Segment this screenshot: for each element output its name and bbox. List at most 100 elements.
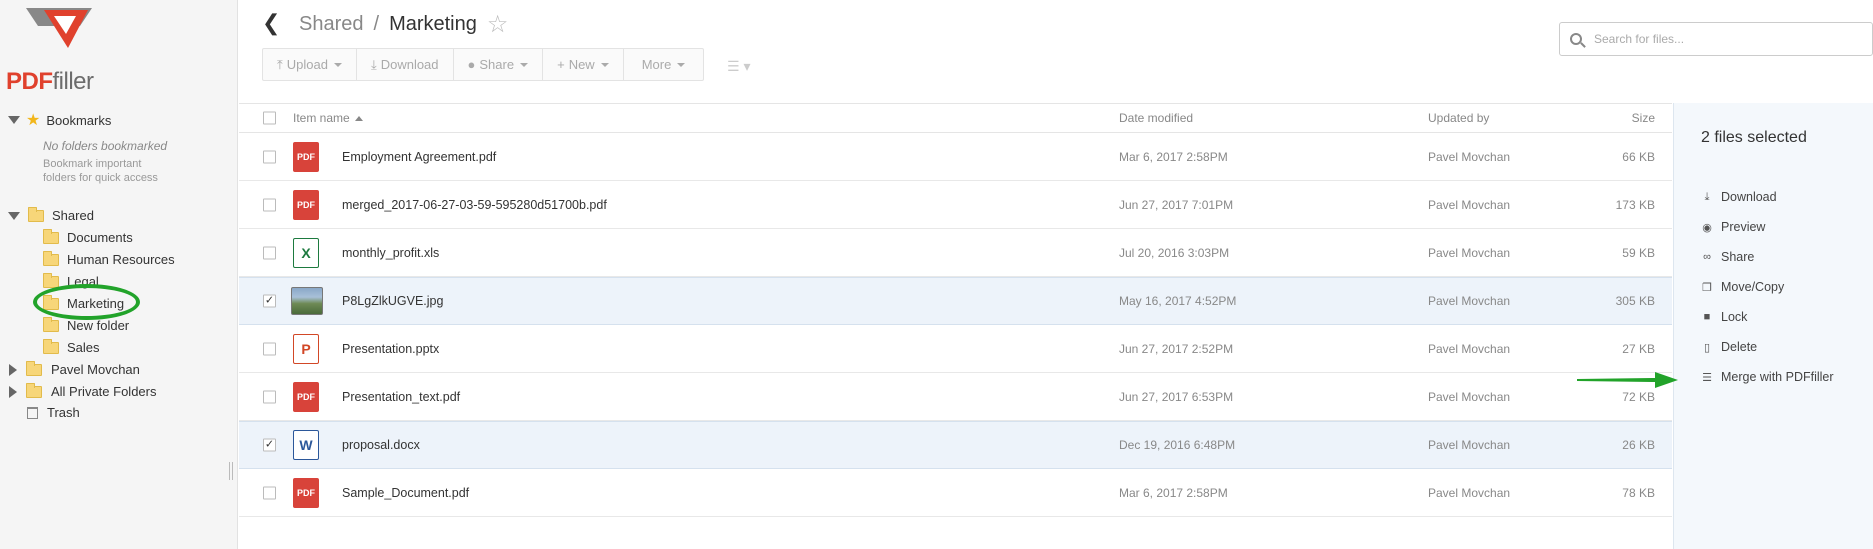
download-icon: ⤓ [370,56,377,72]
search-input[interactable] [1594,32,1854,46]
table-row[interactable]: PDF Sample_Document.pdf Mar 6, 2017 2:58PM… [239,469,1672,517]
star-outline-icon[interactable]: ☆ [487,10,509,39]
bookmarks-empty-hint: Bookmark important folders for quick acc… [43,158,158,184]
action-lock[interactable]: ■ Lock [1701,310,1748,324]
row-checkbox[interactable] [263,342,276,355]
column-header-size[interactable]: Size [1632,111,1655,125]
folder-icon [28,206,44,222]
file-name[interactable]: Sample_Document.pdf [342,486,469,500]
column-header-name[interactable]: Item name [293,111,363,125]
sort-asc-icon [354,116,363,122]
date-modified: Mar 6, 2017 2:58PM [1119,485,1228,500]
action-preview[interactable]: ◉ Preview [1701,220,1765,234]
file-name[interactable]: monthly_profit.xls [342,246,439,260]
updated-by: Pavel Movchan [1428,294,1511,308]
star-icon: ★ [26,112,41,129]
breadcrumb-current: Marketing [389,13,477,35]
column-header-user[interactable]: Updated by [1428,111,1489,125]
select-all-checkbox[interactable] [263,111,276,125]
chevron-right-icon[interactable] [9,385,17,398]
row-checkbox[interactable] [263,198,276,211]
sidebar-item-sales[interactable]: Sales [43,338,100,355]
merge-icon: ☰ [1702,371,1712,384]
upload-button[interactable]: ⤒ Upload [263,49,357,80]
table-row[interactable]: PDF merged_2017-06-27-03-59-595280d51700b… [239,181,1672,229]
action-label: Merge with PDFfiller [1721,370,1834,384]
bookmarks-empty-title: No folders bookmarked [43,139,168,153]
pdffiller-logo[interactable]: PDFfiller [6,6,116,95]
view-toggle-icon[interactable]: ☰ ▾ [727,58,750,75]
sidebar-item-new-folder[interactable]: New folder [43,316,129,333]
upload-icon: ⤒ [277,56,283,72]
lock-icon: ■ [1703,311,1711,323]
row-checkbox[interactable]: ✓ [263,438,276,452]
search-icon [1570,33,1582,45]
date-modified: Jun 27, 2017 6:53PM [1119,389,1234,404]
row-checkbox[interactable] [263,150,276,163]
breadcrumb-shared[interactable]: Shared [299,13,364,36]
date-modified: Jun 27, 2017 2:52PM [1119,341,1234,356]
table-row[interactable]: P Presentation.pptx Jun 27, 2017 2:52PM Pav… [239,325,1672,373]
share-button[interactable]: ● Share [454,49,544,80]
row-checkbox[interactable] [263,246,276,259]
action-share[interactable]: ∞ Share [1701,250,1754,264]
column-header-date[interactable]: Date modified [1119,111,1193,125]
file-size: 26 KB [1622,438,1655,452]
file-name[interactable]: P8LgZlkUGVE.jpg [342,294,443,308]
action-move-copy[interactable]: ❐ Move/Copy [1701,280,1784,294]
sidebar-item-trash[interactable]: Trash [27,405,80,420]
file-name[interactable]: proposal.docx [342,438,420,452]
more-button[interactable]: More [624,49,704,80]
sidebar-item-pavel-movchan[interactable]: Pavel Movchan [9,360,140,377]
table-row[interactable]: Xmonthly_profit.xls Jul 20, 2016 3:03PM Pa… [239,229,1672,277]
folder-icon [43,338,59,354]
download-button[interactable]: ⤓ Download [357,49,454,80]
sidebar-item-label: Shared [52,208,94,223]
row-checkbox[interactable]: ✓ [263,294,276,308]
sidebar-item-shared[interactable]: Shared [8,206,94,223]
action-label: Lock [1721,310,1748,324]
sidebar-item-human-resources[interactable]: Human Resources [43,250,175,267]
updated-by: Pavel Movchan [1428,485,1511,500]
chevron-right-icon[interactable] [9,363,17,376]
download-icon: ⤓ [1704,190,1710,203]
file-name[interactable]: merged_2017-06-27-03-59-595280d51700b.pd… [342,198,607,212]
table-row[interactable]: ✓ Wproposal.docx Dec 19, 2016 6:48PM Pavel … [239,421,1672,469]
action-download[interactable]: ⤓ Download [1701,190,1777,204]
action-label: Preview [1721,220,1766,234]
sidebar-item-documents[interactable]: Documents [43,228,133,245]
sidebar-resize-handle[interactable] [229,462,233,480]
breadcrumb: Shared / Marketing ☆ [299,10,508,39]
updated-by: Pavel Movchan [1428,389,1511,404]
selection-count: 2 files selected [1701,129,1807,146]
doc-file-icon: W [293,430,319,460]
table-row[interactable]: PDF Presentation_text.pdf Jun 27, 2017 6:5… [239,373,1672,421]
link-icon: ∞ [1703,251,1711,263]
caret-down-icon [333,62,342,67]
row-checkbox[interactable] [263,390,276,403]
table-row[interactable]: ✓ P8LgZlkUGVE.jpg May 16, 2017 4:52PM Pavel… [239,277,1672,325]
new-button[interactable]: + New [543,49,624,80]
sidebar-item-all-private-folders[interactable]: All Private Folders [9,382,156,399]
back-button[interactable]: ❮ [262,10,280,36]
chevron-down-icon[interactable] [8,211,20,220]
pdf-file-icon: PDF [293,477,319,508]
caret-down-icon [677,62,686,67]
action-delete[interactable]: ▯ Delete [1701,340,1757,354]
more-label: More [641,57,672,72]
pdf-file-icon: PDF [293,141,319,172]
chevron-down-icon[interactable] [8,116,20,124]
sidebar-item-label: Pavel Movchan [51,362,140,377]
pdf-file-icon: PDF [293,381,319,412]
file-name[interactable]: Presentation_text.pdf [342,390,460,404]
file-name[interactable]: Employment Agreement.pdf [342,150,496,164]
updated-by: Pavel Movchan [1428,197,1511,212]
action-label: Move/Copy [1721,280,1785,294]
action-merge-with-pdffiller[interactable]: ☰ Merge with PDFfiller [1701,370,1834,384]
date-modified: Jun 27, 2017 7:01PM [1119,197,1234,212]
table-row[interactable]: PDF Employment Agreement.pdf Mar 6, 2017 2… [239,133,1672,181]
selection-panel: 2 files selected ⤓ Download ◉ Preview ∞ Sha… [1673,103,1873,549]
row-checkbox[interactable] [263,486,276,499]
sidebar-item-bookmarks[interactable]: ★ Bookmarks [8,110,111,130]
file-name[interactable]: Presentation.pptx [342,342,439,356]
